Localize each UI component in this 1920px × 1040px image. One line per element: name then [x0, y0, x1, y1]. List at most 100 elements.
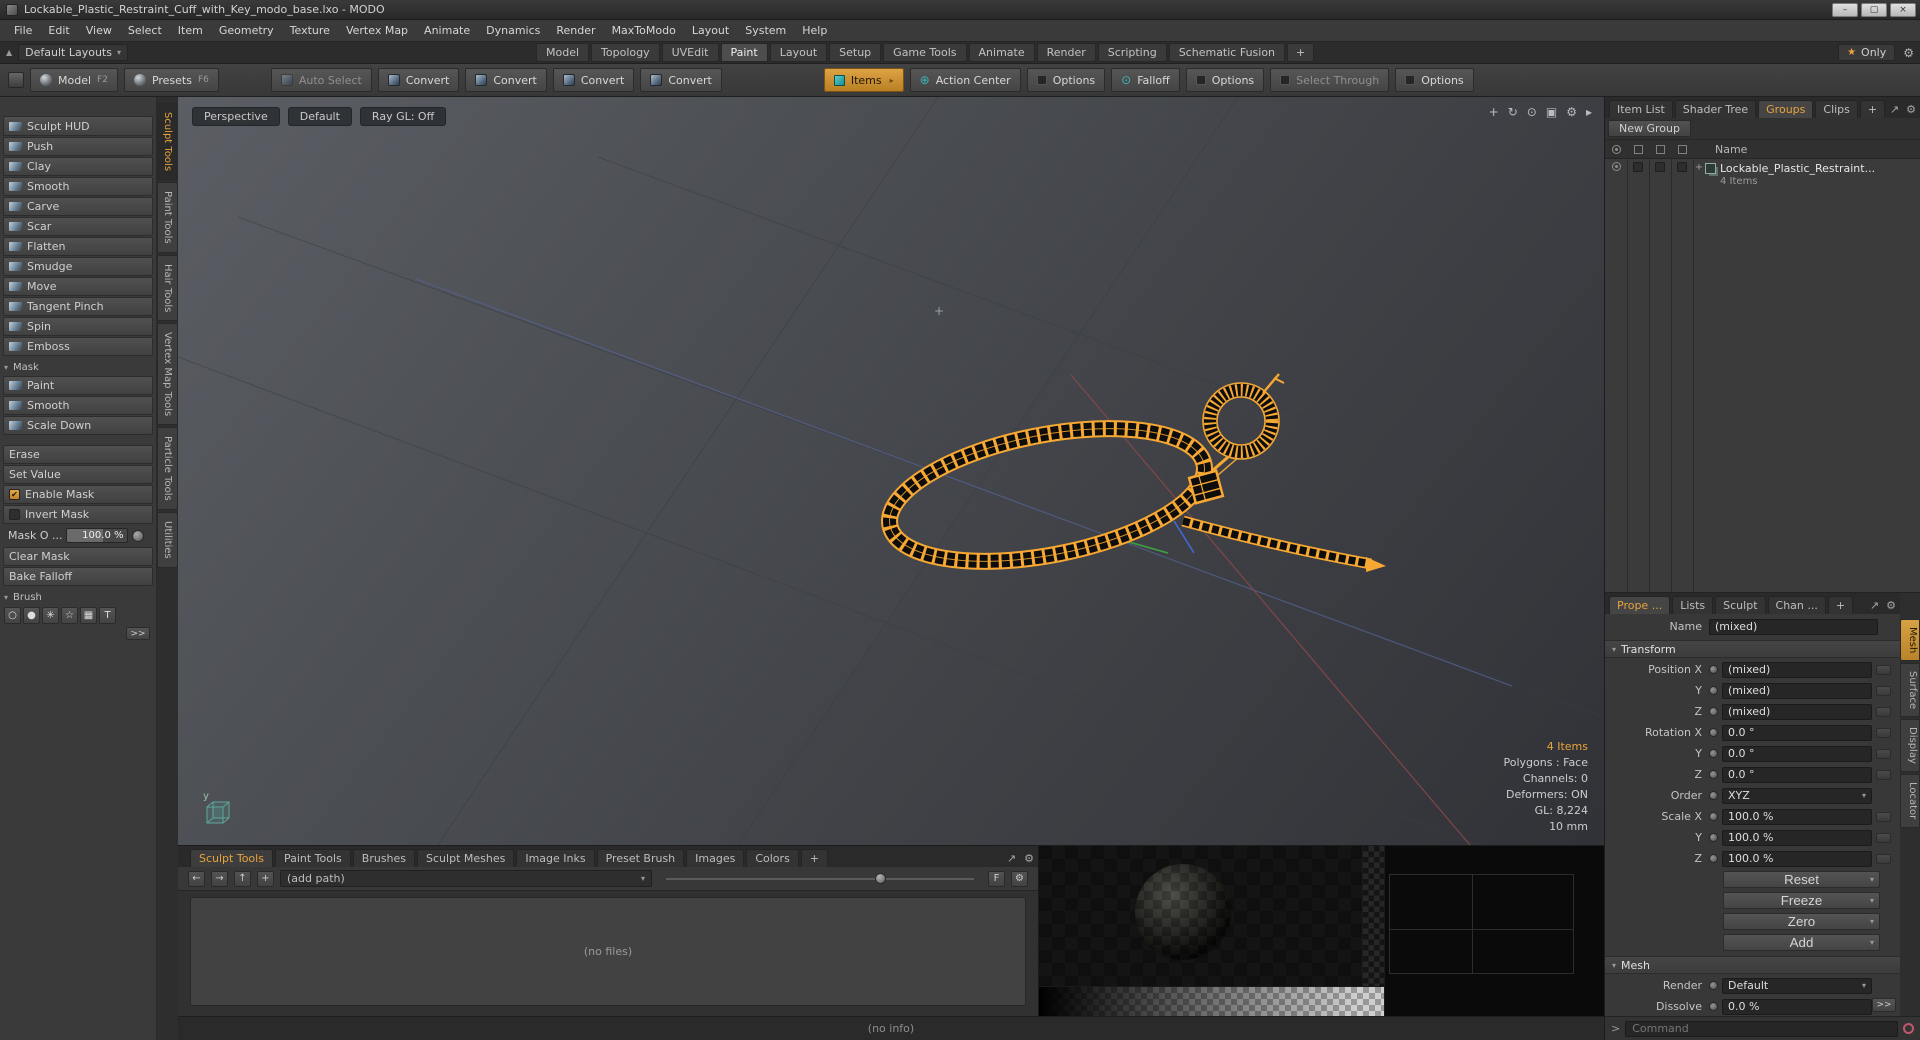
- scale-y-field[interactable]: 100.0 %: [1722, 829, 1872, 846]
- viewport-settings-icon[interactable]: ⚙: [1566, 105, 1577, 119]
- add-transform-button[interactable]: Add ▾: [1723, 934, 1880, 951]
- tab-sculpt-tools-bottom[interactable]: Sculpt Tools: [190, 849, 273, 867]
- invert-mask-checkbox-row[interactable]: Invert Mask: [3, 505, 153, 524]
- new-group-button[interactable]: New Group: [1608, 120, 1691, 137]
- menu-geometry[interactable]: Geometry: [211, 20, 282, 42]
- channel-toggle[interactable]: [1709, 812, 1718, 821]
- expand-panel-icon[interactable]: ↗: [1870, 599, 1879, 612]
- freeze-button[interactable]: Freeze ▾: [1723, 892, 1880, 909]
- sculpt-tool-flatten[interactable]: Flatten: [3, 237, 153, 256]
- model-mode-button[interactable]: Model F2: [30, 68, 118, 92]
- convert-button-2[interactable]: Convert: [465, 68, 547, 92]
- tab-groups[interactable]: Groups: [1758, 100, 1814, 118]
- order-dropdown[interactable]: XYZ ▾: [1722, 787, 1872, 804]
- brush-tip-hard-icon[interactable]: ●: [23, 607, 40, 624]
- render-toggle[interactable]: [1633, 162, 1643, 172]
- menu-layout[interactable]: Layout: [684, 20, 737, 42]
- channel-toggle[interactable]: [1709, 686, 1718, 695]
- orbit-icon[interactable]: ↻: [1508, 105, 1518, 119]
- channel-toggle[interactable]: [1709, 854, 1718, 863]
- layout-tab-render[interactable]: Render: [1036, 43, 1096, 62]
- layout-tab-uvedit[interactable]: UVEdit: [661, 43, 719, 62]
- brush-tip-text-icon[interactable]: T: [99, 607, 116, 624]
- tab-image-inks[interactable]: Image Inks: [516, 849, 595, 867]
- add-layout-tab-button[interactable]: +: [1287, 43, 1315, 62]
- mask-section-header[interactable]: ▾ Mask: [4, 360, 152, 375]
- action-center-options-button[interactable]: Options: [1026, 68, 1106, 92]
- 3d-viewport[interactable]: + Perspective Default Ray GL: Off + ↻ ⊙ …: [178, 97, 1604, 845]
- menu-file[interactable]: File: [6, 20, 40, 42]
- mini-controls[interactable]: [1876, 685, 1891, 696]
- panel-settings-icon[interactable]: ⚙: [1024, 852, 1034, 865]
- secondary-preview-pane[interactable]: [1384, 846, 1604, 1016]
- maximize-button[interactable]: ▢: [1861, 2, 1887, 17]
- reset-button[interactable]: Reset ▾: [1723, 871, 1880, 888]
- channel-toggle[interactable]: [1709, 728, 1718, 737]
- up-directory-icon[interactable]: ↑: [234, 870, 251, 887]
- tab-shader-tree[interactable]: Shader Tree: [1674, 100, 1757, 118]
- mini-controls[interactable]: [1876, 811, 1891, 822]
- mini-controls[interactable]: [1876, 706, 1891, 717]
- erase-button[interactable]: Erase: [3, 445, 153, 464]
- properties-more-button[interactable]: >>: [1872, 998, 1896, 1012]
- gear-icon[interactable]: ⚙: [1903, 46, 1914, 60]
- sculpt-tool-emboss[interactable]: Emboss: [3, 337, 153, 356]
- select-options-button[interactable]: Options: [1395, 68, 1474, 92]
- channel-toggle[interactable]: [1709, 1002, 1718, 1011]
- menu-system[interactable]: System: [737, 20, 794, 42]
- menu-dynamics[interactable]: Dynamics: [478, 20, 548, 42]
- channel-toggle[interactable]: [1709, 749, 1718, 758]
- form-tab-surface[interactable]: Surface: [1900, 663, 1920, 718]
- forward-icon[interactable]: →: [211, 870, 228, 887]
- form-tab-display[interactable]: Display: [1900, 719, 1920, 773]
- tab-clips[interactable]: Clips: [1815, 100, 1858, 118]
- tab-sculpt[interactable]: Sculpt: [1715, 596, 1766, 614]
- minimize-button[interactable]: –: [1832, 2, 1858, 17]
- expand-panel-icon[interactable]: ↗: [1890, 103, 1899, 116]
- position-x-field[interactable]: (mixed): [1722, 661, 1872, 678]
- command-history-icon[interactable]: [1903, 1023, 1914, 1034]
- menu-render[interactable]: Render: [548, 20, 603, 42]
- default-layouts-dropdown[interactable]: Default Layouts ▾: [18, 44, 128, 61]
- tab-preset-brush[interactable]: Preset Brush: [596, 849, 685, 867]
- mini-controls[interactable]: [1876, 727, 1891, 738]
- sculpt-tool-smooth[interactable]: Smooth: [3, 177, 153, 196]
- name-field[interactable]: (mixed): [1709, 618, 1878, 635]
- add-panel-tab-button[interactable]: +: [1859, 100, 1886, 118]
- menu-view[interactable]: View: [78, 20, 120, 42]
- menu-texture[interactable]: Texture: [282, 20, 338, 42]
- layout-tab-scripting[interactable]: Scripting: [1097, 43, 1167, 62]
- pan-icon[interactable]: +: [1489, 105, 1499, 119]
- clear-mask-button[interactable]: Clear Mask: [3, 547, 153, 566]
- transform-section-header[interactable]: ▾ Transform: [1605, 640, 1900, 658]
- tab-item-list[interactable]: Item List: [1609, 100, 1673, 118]
- mini-controls[interactable]: [1876, 832, 1891, 843]
- scale-x-field[interactable]: 100.0 %: [1722, 808, 1872, 825]
- tab-utilities[interactable]: Utilities: [157, 511, 178, 568]
- slider-knob[interactable]: [875, 872, 887, 884]
- command-input[interactable]: Command: [1625, 1020, 1898, 1037]
- sculpt-tool-carve[interactable]: Carve: [3, 197, 153, 216]
- maximize-viewport-icon[interactable]: ▣: [1546, 105, 1557, 119]
- tab-particle-tools[interactable]: Particle Tools: [157, 427, 178, 510]
- rotation-y-field[interactable]: 0.0 °: [1722, 745, 1872, 762]
- menu-vertex-map[interactable]: Vertex Map: [338, 20, 416, 42]
- only-toggle-button[interactable]: ★ Only: [1838, 44, 1896, 61]
- close-button[interactable]: ×: [1890, 2, 1916, 17]
- projection-dropdown[interactable]: Perspective: [192, 107, 280, 126]
- channel-toggle[interactable]: [1709, 707, 1718, 716]
- filter-toggle[interactable]: [1655, 162, 1665, 172]
- convert-button-1[interactable]: Convert: [377, 68, 460, 92]
- tab-vertex-map-tools[interactable]: Vertex Map Tools: [157, 322, 178, 426]
- thumbnail-size-slider[interactable]: [666, 872, 974, 884]
- add-panel-tab-button[interactable]: +: [1827, 596, 1854, 614]
- tab-brushes[interactable]: Brushes: [352, 849, 416, 867]
- rotation-x-field[interactable]: 0.0 °: [1722, 724, 1872, 741]
- filter-button[interactable]: F: [988, 870, 1005, 887]
- mini-controls[interactable]: [1876, 769, 1891, 780]
- layout-tab-layout[interactable]: Layout: [769, 43, 828, 62]
- menu-animate[interactable]: Animate: [416, 20, 478, 42]
- tab-hair-tools[interactable]: Hair Tools: [157, 254, 178, 321]
- tab-sculpt-meshes[interactable]: Sculpt Meshes: [417, 849, 515, 867]
- lock-toggle[interactable]: [1677, 162, 1687, 172]
